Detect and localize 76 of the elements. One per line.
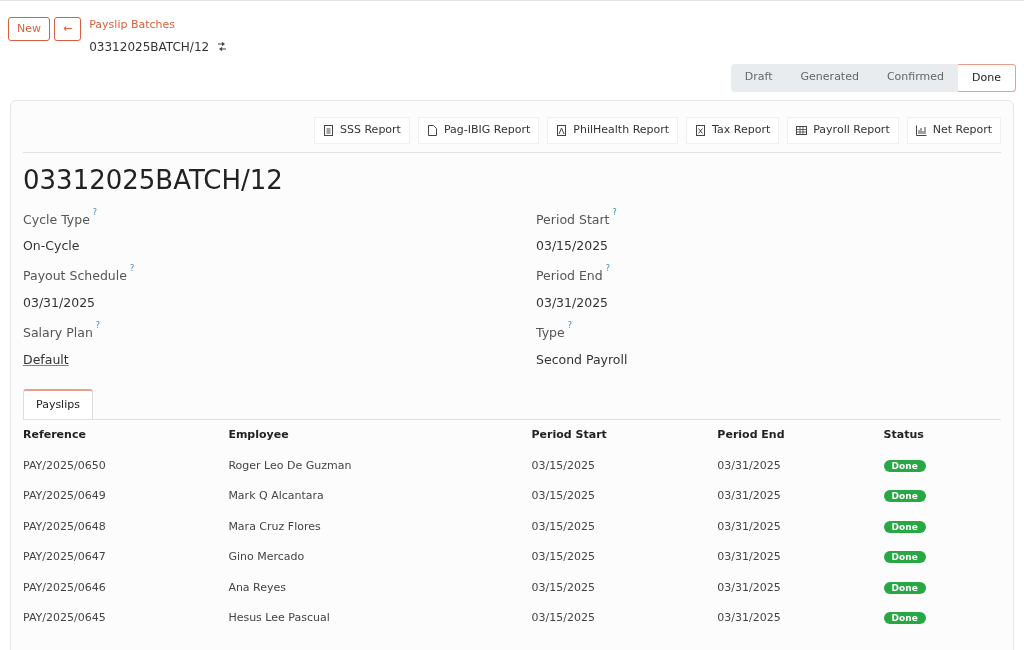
help-mark[interactable]: ?	[605, 264, 610, 274]
field-link[interactable]: Default	[23, 351, 69, 367]
status-badge: Done	[883, 551, 926, 564]
field-label: Period Start	[536, 211, 610, 227]
record-title: 03312025BATCH/12	[23, 163, 284, 197]
pdf-file-icon	[556, 124, 568, 136]
status-step[interactable]: Confirmed	[872, 63, 959, 92]
table-cell: PAY/2025/0649	[23, 481, 229, 512]
file-icon	[426, 124, 438, 136]
table-cell: 03/31/2025	[717, 511, 884, 543]
field-value: On-Cycle	[23, 237, 81, 256]
field-label: Payout Schedule	[23, 268, 127, 284]
column-header: Employee	[228, 420, 532, 451]
table-cell: Roger Leo De Guzman	[228, 450, 532, 482]
field-label: Salary Plan	[23, 325, 93, 341]
column-header: Period End	[717, 420, 884, 451]
breadcrumb-link[interactable]: Payslip Batches	[89, 17, 228, 34]
status-badge: Done	[883, 612, 926, 625]
column-header: Status	[883, 420, 1001, 451]
report-button[interactable]: Pag-IBIG Report	[417, 117, 540, 144]
record-name: 03312025BATCH/12	[89, 38, 210, 56]
status-badge: Done	[883, 520, 926, 533]
table-cell: 03/15/2025	[531, 511, 718, 543]
table-cell: Mark Q Alcantara	[228, 481, 532, 512]
table-cell: Hesus Lee Pascual	[228, 603, 532, 634]
tab[interactable]: Payslips	[23, 388, 93, 420]
status-step[interactable]: Draft	[730, 63, 787, 92]
table-cell: 03/31/2025	[717, 572, 884, 604]
help-mark[interactable]: ?	[567, 321, 572, 331]
table-cell: PAY/2025/0646	[23, 572, 229, 604]
table-cell: 03/31/2025	[717, 542, 884, 573]
table-cell: 03/31/2025	[717, 603, 884, 634]
spreadsheet-file-icon	[695, 124, 707, 136]
help-mark[interactable]: ?	[612, 207, 617, 217]
table-cell: Ana Reyes	[228, 572, 532, 604]
table-cell: 03/31/2025	[717, 450, 884, 482]
table-cell: PAY/2025/0650	[23, 450, 229, 482]
table-icon	[796, 124, 808, 136]
table-cell: PAY/2025/0645	[23, 603, 229, 634]
column-header: Period Start	[531, 420, 718, 451]
report-button[interactable]: Net Report	[906, 117, 1001, 144]
table-cell: 03/15/2025	[531, 542, 718, 573]
report-button[interactable]: SSS Report	[314, 117, 410, 144]
table-cell: 03/15/2025	[531, 572, 718, 604]
new-button[interactable]: New	[8, 17, 50, 41]
help-mark[interactable]: ?	[129, 264, 135, 274]
field-value: 03/31/2025	[536, 294, 610, 313]
status-badge: Done	[883, 459, 926, 472]
field-value: Second Payroll	[536, 350, 629, 369]
column-header: Reference	[23, 420, 229, 451]
field-value: 03/15/2025	[536, 237, 610, 256]
back-button[interactable]: ←	[54, 17, 82, 41]
report-button[interactable]: Tax Report	[686, 117, 780, 144]
help-mark[interactable]: ?	[95, 321, 101, 331]
switch-icon[interactable]	[217, 42, 228, 51]
field-label: Type	[536, 325, 565, 341]
table-cell: 03/15/2025	[531, 603, 718, 634]
field-value: 03/31/2025	[23, 294, 97, 313]
document-icon	[323, 124, 334, 136]
report-button[interactable]: Payroll Report	[787, 117, 899, 144]
status-step[interactable]: Generated	[786, 63, 873, 92]
status-badge: Done	[883, 490, 926, 503]
table-cell: PAY/2025/0647	[23, 542, 229, 573]
status-badge: Done	[883, 581, 926, 594]
table-cell: Gino Mercado	[228, 542, 532, 573]
status-step[interactable]: Done	[958, 63, 1016, 92]
table-cell: Mara Cruz Flores	[228, 511, 532, 543]
table-cell: 03/15/2025	[531, 481, 718, 512]
help-mark[interactable]: ?	[92, 207, 98, 217]
bar-chart-icon	[915, 124, 927, 136]
table-cell: PAY/2025/0648	[23, 511, 229, 543]
field-label: Cycle Type	[23, 211, 90, 227]
table-cell: 03/31/2025	[717, 481, 884, 512]
report-button[interactable]: PhilHealth Report	[547, 117, 679, 144]
table-cell: 03/15/2025	[531, 450, 718, 482]
field-label: Period End	[536, 268, 603, 284]
